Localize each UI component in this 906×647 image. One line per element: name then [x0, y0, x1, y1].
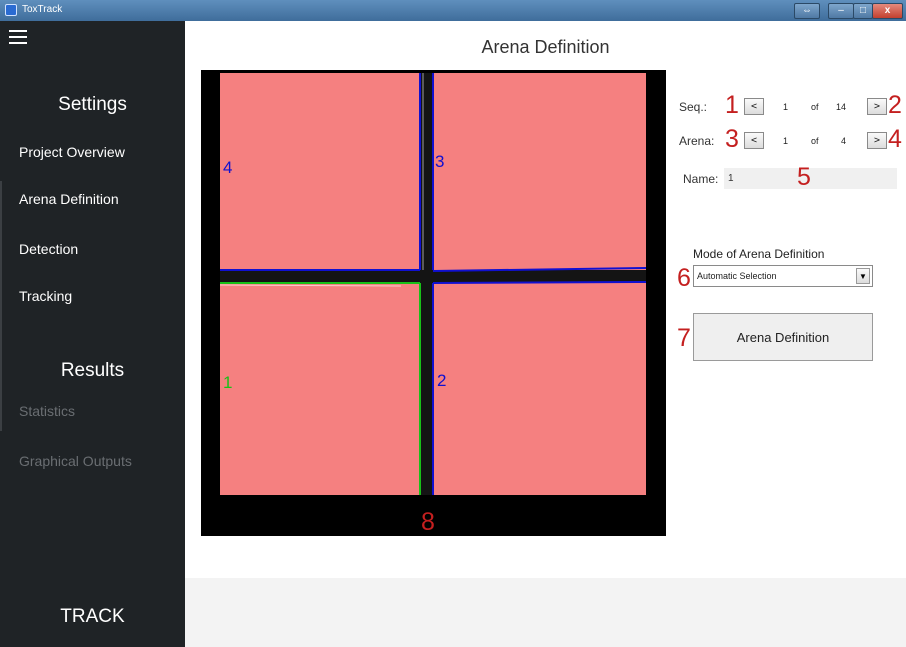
mode-select-value: Automatic Selection	[697, 271, 777, 281]
arena-label-4: 4	[223, 158, 232, 177]
callout-8: 8	[421, 508, 435, 536]
dropdown-arrow-icon[interactable]: ▼	[856, 268, 870, 284]
arena-definition-button[interactable]: Arena Definition	[693, 313, 873, 361]
arena-next-button[interactable]: >	[867, 132, 887, 149]
seq-label: Seq.:	[679, 100, 708, 114]
window-titlebar: ToxTrack ⇔ – □ x	[0, 0, 906, 21]
vertical-divider	[420, 73, 432, 495]
hamburger-menu-icon[interactable]	[9, 30, 27, 44]
window-title: ToxTrack	[22, 4, 63, 15]
sidebar-item-project-overview[interactable]: Project Overview	[19, 144, 125, 160]
callout-3: 3	[725, 125, 739, 153]
callout-6: 6	[677, 264, 691, 292]
app-icon	[5, 4, 17, 16]
mode-select[interactable]: Automatic Selection ▼	[693, 265, 873, 287]
results-heading: Results	[60, 360, 125, 381]
callout-2: 2	[888, 91, 902, 119]
callout-1: 1	[725, 91, 739, 119]
callout-5: 5	[797, 163, 811, 191]
arena-quadrant-3	[432, 73, 646, 272]
minimize-icon[interactable]: –	[828, 3, 854, 19]
seq-total: 14	[836, 102, 847, 112]
sidebar-item-arena-definition[interactable]: Arena Definition	[19, 191, 119, 207]
seq-of: of	[811, 102, 819, 112]
sidebar-item-statistics[interactable]: Statistics	[19, 403, 75, 419]
sidebar-item-detection[interactable]: Detection	[19, 241, 78, 257]
arena-outline	[432, 281, 647, 284]
track-button[interactable]: TRACK	[0, 606, 185, 628]
arena-label-1: 1	[223, 373, 232, 392]
close-icon[interactable]: x	[872, 3, 903, 19]
arena-video-view[interactable]: 4 3 1 2 8	[201, 70, 666, 536]
footer-bar	[185, 578, 906, 647]
arena-quadrant-2	[432, 282, 646, 495]
arena-current: 1	[783, 136, 789, 146]
settings-heading: Settings	[58, 94, 127, 115]
maximize-icon[interactable]: □	[853, 3, 873, 19]
sidebar-item-tracking[interactable]: Tracking	[19, 288, 72, 304]
arena-label: Arena:	[679, 134, 715, 148]
arena-total: 4	[841, 136, 847, 146]
arena-label-3: 3	[435, 152, 444, 171]
mode-label: Mode of Arena Definition	[693, 247, 825, 261]
resize-icon[interactable]: ⇔	[794, 3, 820, 19]
sidebar: Settings Project Overview Arena Definiti…	[0, 21, 185, 647]
arena-prev-button[interactable]: <	[744, 132, 764, 149]
name-label: Name:	[683, 172, 719, 186]
arena-quadrant-1	[220, 282, 420, 495]
arena-of: of	[811, 136, 819, 146]
horizontal-divider	[220, 270, 646, 283]
arena-label-2: 2	[437, 371, 446, 390]
seq-next-button[interactable]: >	[867, 98, 887, 115]
sidebar-item-graphical-outputs[interactable]: Graphical Outputs	[19, 453, 132, 469]
seq-prev-button[interactable]: <	[744, 98, 764, 115]
callout-7: 7	[677, 324, 691, 352]
seq-current: 1	[783, 102, 789, 112]
sidebar-scrollbar[interactable]	[0, 181, 2, 431]
arena-quadrant-4	[220, 73, 420, 272]
page-title: Arena Definition	[481, 37, 610, 57]
callout-4: 4	[888, 125, 902, 153]
